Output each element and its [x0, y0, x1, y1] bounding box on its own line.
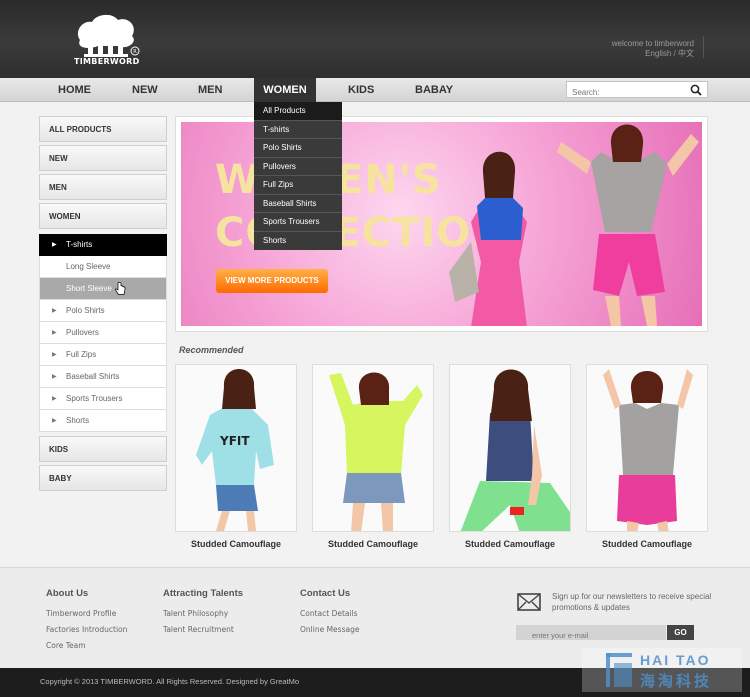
copyright-text: Copyright © 2013 TIMBERWORD. All Rights …: [40, 677, 300, 686]
dropdown-item-full-zips[interactable]: Full Zips: [254, 176, 342, 195]
nav-women[interactable]: WOMEN: [254, 78, 316, 102]
product-image: [587, 365, 707, 531]
svg-text:R: R: [133, 49, 137, 55]
sidebar-women[interactable]: WOMEN: [39, 203, 167, 229]
dropdown-item-tshirts[interactable]: T-shirts: [254, 121, 342, 139]
nav-kids[interactable]: KIDS: [348, 78, 374, 102]
header-divider: [703, 36, 704, 58]
sidebar-item-tshirts[interactable]: ▶ T-shirts: [39, 234, 167, 256]
category-sidebar: ALL PRODUCTS NEW MEN WOMEN ▶ T-shirts Lo…: [39, 116, 167, 494]
envelope-icon: [517, 593, 541, 611]
sidebar-new[interactable]: NEW: [39, 145, 167, 171]
product-card-1[interactable]: YFIT: [175, 364, 297, 532]
search-icon[interactable]: [690, 84, 702, 96]
footer-link-talent-recruitment[interactable]: Talent Recruitment: [163, 625, 234, 634]
svg-text:YFIT: YFIT: [219, 434, 250, 448]
footer-about-title: About Us: [46, 588, 89, 599]
sidebar-item-label: Full Zips: [66, 350, 97, 359]
product-image: [450, 365, 570, 531]
search-input[interactable]: [567, 85, 685, 100]
women-dropdown-menu: All Products T-shirts Polo Shirts Pullov…: [254, 102, 342, 250]
sidebar-men[interactable]: MEN: [39, 174, 167, 200]
product-image: [313, 365, 433, 531]
product-card-3[interactable]: [449, 364, 571, 532]
nav-new[interactable]: NEW: [132, 78, 158, 102]
nav-babay[interactable]: BABAY: [415, 78, 453, 102]
arrow-right-icon: ▶: [52, 308, 57, 314]
watermark-text-en: HAI TAO: [640, 652, 711, 668]
product-name-3[interactable]: Studded Camouflage: [449, 539, 571, 549]
logo-text: TIMBERWORD: [74, 57, 140, 66]
language-switch[interactable]: English / 中文: [612, 49, 694, 59]
sidebar-item-label: Baseball Shirts: [66, 372, 120, 381]
nav-home[interactable]: HOME: [58, 78, 91, 102]
main-nav: HOME NEW MEN WOMEN KIDS BABAY: [0, 78, 750, 102]
sidebar-all-products[interactable]: ALL PRODUCTS: [39, 116, 167, 142]
welcome-block: welcome to timberword English / 中文: [612, 39, 694, 59]
footer-link-talent-philosophy[interactable]: Talent Philosophy: [163, 609, 228, 618]
arrow-right-icon: ▶: [52, 396, 57, 402]
hand-cursor-icon: [115, 282, 126, 295]
recommended-heading: Recommended: [179, 345, 244, 355]
sidebar-item-label: Pullovers: [66, 328, 99, 337]
sidebar-item-label: Sports Trousers: [66, 394, 123, 403]
sidebar-item-baseball[interactable]: ▶ Baseball Shirts: [39, 366, 167, 388]
product-card-4[interactable]: [586, 364, 708, 532]
product-name-1[interactable]: Studded Camouflage: [175, 539, 297, 549]
dropdown-item-all-products[interactable]: All Products: [254, 102, 342, 121]
arrow-right-icon: ▶: [52, 242, 57, 248]
newsletter-go-button[interactable]: GO: [667, 625, 694, 640]
footer-link-profile[interactable]: Timberword Profile: [46, 609, 116, 618]
email-box: [516, 625, 666, 643]
banner-models-image: [449, 124, 699, 326]
sidebar-item-full-zips[interactable]: ▶ Full Zips: [39, 344, 167, 366]
product-card-2[interactable]: [312, 364, 434, 532]
arrow-right-icon: ▶: [52, 418, 57, 424]
arrow-right-icon: ▶: [52, 352, 57, 358]
dropdown-item-pullovers[interactable]: Pullovers: [254, 158, 342, 176]
sidebar-item-pullovers[interactable]: ▶ Pullovers: [39, 322, 167, 344]
newsletter-email-input[interactable]: [516, 628, 666, 643]
newsletter-text: Sign up for our newsletters to receive s…: [552, 592, 712, 612]
sidebar-item-short-sleeve[interactable]: Short Sleeve: [39, 278, 167, 300]
sidebar-item-long-sleeve[interactable]: Long Sleeve: [39, 256, 167, 278]
nav-men[interactable]: MEN: [198, 78, 222, 102]
sidebar-item-label: Polo Shirts: [66, 306, 105, 315]
dropdown-item-baseball-shirts[interactable]: Baseball Shirts: [254, 195, 342, 213]
dropdown-item-sports-trousers[interactable]: Sports Trousers: [254, 213, 342, 232]
arrow-right-icon: ▶: [52, 374, 57, 380]
product-name-4[interactable]: Studded Camouflage: [586, 539, 708, 549]
sidebar-item-label: Short Sleeve: [66, 284, 112, 293]
sidebar-kids[interactable]: KIDS: [39, 436, 167, 462]
dropdown-item-polo-shirts[interactable]: Polo Shirts: [254, 139, 342, 158]
footer-talents-title: Attracting Talents: [163, 588, 244, 599]
footer-link-factories[interactable]: Factories Introduction: [46, 625, 127, 634]
sidebar-item-shorts[interactable]: ▶ Shorts: [39, 410, 167, 432]
footer-link-core-team[interactable]: Core Team: [46, 641, 86, 650]
footer-link-contact-details[interactable]: Contact Details: [300, 609, 358, 618]
sidebar-baby[interactable]: BABY: [39, 465, 167, 491]
sidebar-item-polo[interactable]: ▶ Polo Shirts: [39, 300, 167, 322]
site-header: R TIMBERWORD welcome to timberword Engli…: [0, 0, 750, 78]
sidebar-item-label: Shorts: [66, 416, 90, 425]
footer-contact-title: Contact Us: [300, 588, 351, 599]
arrow-right-icon: ▶: [52, 330, 57, 336]
sidebar-item-label: T-shirts: [66, 240, 93, 249]
sidebar-item-sports-trousers[interactable]: ▶ Sports Trousers: [39, 388, 167, 410]
watermark-text-cn: 海淘科技: [640, 673, 713, 690]
welcome-text: welcome to timberword: [611, 39, 694, 48]
search-box: [566, 81, 708, 100]
footer-link-online-message[interactable]: Online Message: [300, 625, 359, 634]
product-name-2[interactable]: Studded Camouflage: [312, 539, 434, 549]
dropdown-item-shorts[interactable]: Shorts: [254, 232, 342, 251]
view-more-products-button[interactable]: VIEW MORE PRODUCTS: [216, 269, 328, 293]
product-image: YFIT: [176, 365, 296, 531]
